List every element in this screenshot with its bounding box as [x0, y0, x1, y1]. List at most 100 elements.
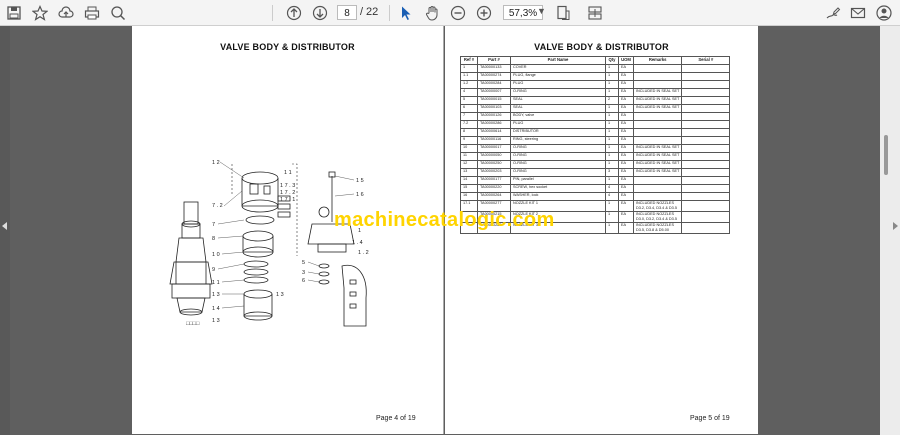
- cell-qty: 1: [605, 144, 619, 153]
- table-row: 5 TA00000015 SEAL 2 EA INCLUDED IN SEAL SET: [460, 96, 731, 105]
- cell-qty: 1: [605, 200, 619, 212]
- table-header-row: Ref # Part # Part Name Qty UOM Remarks S…: [460, 56, 731, 65]
- vertical-scrollbar[interactable]: [880, 26, 900, 435]
- svg-text:9: 9: [212, 267, 215, 273]
- parts-table: Ref # Part # Part Name Qty UOM Remarks S…: [460, 56, 731, 234]
- cell-remarks: [632, 176, 683, 185]
- expand-right-panel-icon[interactable]: [893, 222, 898, 230]
- svg-text:1 3: 1 3: [212, 292, 220, 298]
- account-icon[interactable]: [874, 3, 894, 23]
- cell-serial: [681, 168, 731, 177]
- svg-text:1 . 4: 1 . 4: [352, 240, 363, 246]
- cell-remarks: INCLUDED IN SEAL SET: [632, 96, 683, 105]
- cell-part-number: TA00000286: [477, 120, 511, 129]
- cell-part-name: O-RING: [510, 160, 606, 169]
- table-row: 16 TA00000264 WASHER, lock 4 EA: [460, 192, 731, 201]
- cell-uom: EA: [618, 211, 634, 223]
- cell-part-name: COVER: [510, 64, 606, 73]
- cell-remarks: [632, 184, 683, 193]
- cell-part-number: TA00000220: [477, 184, 511, 193]
- cell-remarks: INCLUDED IN SEAL SET: [632, 88, 683, 97]
- table-row: 4 TA00000007 O-RING 1 EA INCLUDED IN SEAL SET: [460, 88, 731, 97]
- scrollbar-thumb[interactable]: [884, 135, 888, 175]
- cell-part-name: SEAL: [510, 96, 606, 105]
- zoom-out-icon[interactable]: [448, 3, 468, 23]
- cell-part-name: O-RING: [510, 144, 606, 153]
- cell-part-name: RING, steering: [510, 136, 606, 145]
- svg-text:6: 6: [302, 278, 305, 284]
- cell-part-name: DISTRIBUTOR: [510, 128, 606, 137]
- svg-text:1 1: 1 1: [284, 170, 292, 176]
- left-panel-collapse[interactable]: [0, 26, 10, 435]
- cell-serial: [681, 176, 731, 185]
- cell-remarks: [632, 72, 683, 81]
- zoom-search-icon[interactable]: [108, 3, 128, 23]
- prev-page-icon[interactable]: [284, 3, 304, 23]
- cell-part-number: TA00000274: [477, 72, 511, 81]
- cell-part-number: TA00000126: [477, 112, 511, 121]
- zoom-in-icon[interactable]: [474, 3, 494, 23]
- save-icon[interactable]: [4, 3, 24, 23]
- scroll-mode-icon[interactable]: [585, 3, 605, 23]
- bookmark-icon[interactable]: [30, 3, 50, 23]
- table-row: 1.2 TA00000284 PLUG 1 EA: [460, 80, 731, 89]
- cell-serial: [681, 104, 731, 113]
- table-row: 7.2 TA00000286 PLUG 1 EA: [460, 120, 731, 129]
- svg-text:1 2: 1 2: [212, 160, 220, 166]
- cell-qty: 4: [605, 192, 619, 201]
- cell-qty: 1: [605, 80, 619, 89]
- svg-text:7: 7: [212, 222, 215, 228]
- cell-ref: 4: [460, 88, 478, 97]
- cell-remarks: [632, 80, 683, 89]
- fit-page-icon[interactable]: [553, 3, 573, 23]
- cell-part-name: O-RING: [510, 168, 606, 177]
- cell-uom: EA: [618, 64, 634, 73]
- email-icon[interactable]: [848, 3, 868, 23]
- select-cursor-icon[interactable]: [396, 3, 416, 23]
- cell-qty: 1: [605, 211, 619, 223]
- cell-serial: [681, 120, 731, 129]
- cell-qty: 1: [605, 160, 619, 169]
- next-page-icon[interactable]: [310, 3, 330, 23]
- cell-serial: [681, 222, 731, 234]
- cell-ref: 1: [460, 64, 478, 73]
- table-row: 13 TA00000203 O-RING 3 EA INCLUDED IN SEAL SE…: [460, 168, 731, 177]
- cell-serial: [681, 152, 731, 161]
- cell-remarks: INCLUDED NOZZLES D3.2, D3.4, D3.4 & D3.5: [632, 200, 683, 212]
- cell-qty: 1: [605, 112, 619, 121]
- cell-uom: EA: [618, 176, 634, 185]
- cell-remarks: [632, 112, 683, 121]
- cell-uom: EA: [618, 88, 634, 97]
- svg-text:1 1: 1 1: [212, 280, 220, 286]
- column-header-serial: Serial #: [681, 56, 731, 65]
- sign-icon[interactable]: [823, 3, 843, 23]
- hand-tool-icon[interactable]: [422, 3, 442, 23]
- cell-part-number: TA00000203: [477, 168, 511, 177]
- cell-part-number: TA00000116: [477, 136, 511, 145]
- svg-text:1 0: 1 0: [212, 252, 220, 258]
- expand-left-panel-icon[interactable]: [2, 222, 7, 230]
- chevron-down-icon[interactable]: ▼: [537, 6, 546, 16]
- cell-part-number: TA00000133: [477, 64, 511, 73]
- cell-uom: EA: [618, 160, 634, 169]
- cell-ref: 5: [460, 96, 478, 105]
- svg-text:1 3: 1 3: [212, 318, 220, 324]
- cell-serial: [681, 200, 731, 212]
- page-number-input[interactable]: 8: [337, 5, 357, 20]
- cell-uom: EA: [618, 192, 634, 201]
- cell-part-name: SCREW, hex socket: [510, 184, 606, 193]
- print-icon[interactable]: [82, 3, 102, 23]
- cell-qty: 1: [605, 152, 619, 161]
- svg-text:3: 3: [302, 270, 305, 276]
- cell-part-number: TA00000250: [477, 160, 511, 169]
- cell-uom: EA: [618, 222, 634, 234]
- cell-qty: 1: [605, 128, 619, 137]
- upload-icon[interactable]: [56, 3, 76, 23]
- cell-remarks: INCLUDED NOZZLES D3.5, D3.8 & D5.00: [632, 222, 683, 234]
- table-row: 14 TA00000177 PIN, parallel 1 EA: [460, 176, 731, 185]
- cell-remarks: INCLUDED IN SEAL SET: [632, 152, 683, 161]
- cell-ref: 9: [460, 136, 478, 145]
- cell-part-number: TA00000015: [477, 96, 511, 105]
- cell-part-number: TA00000103: [477, 104, 511, 113]
- cell-serial: [681, 112, 731, 121]
